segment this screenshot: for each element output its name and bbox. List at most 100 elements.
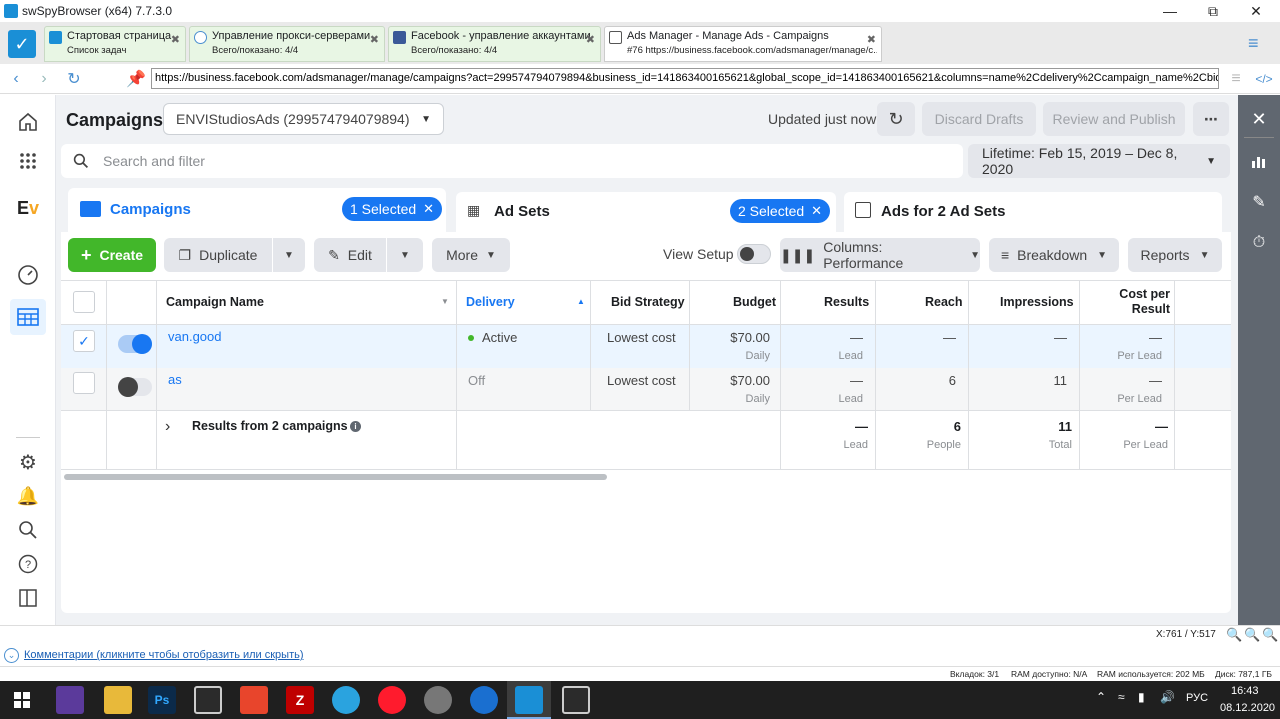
row-checkbox[interactable] xyxy=(73,372,95,394)
campaign-toggle-off[interactable] xyxy=(118,377,152,397)
maximize-button[interactable]: ⧉ xyxy=(1193,0,1233,22)
zoom-reset-icon[interactable]: 🔍 xyxy=(1244,627,1260,643)
close-window-button[interactable]: ✕ xyxy=(1236,0,1276,22)
search-icon[interactable] xyxy=(14,516,42,544)
header-budget[interactable]: Budget xyxy=(733,295,776,309)
comments-toggle-icon[interactable]: ⌄ xyxy=(4,648,19,663)
wifi-icon[interactable]: ≈ xyxy=(1118,690,1125,704)
header-delivery[interactable]: Delivery xyxy=(466,295,515,309)
columns-button[interactable]: ❚❚❚ Columns: Performance ▼ xyxy=(780,238,980,272)
create-button[interactable]: + Create xyxy=(68,238,156,272)
list-icon[interactable]: ≡ xyxy=(1226,69,1246,89)
view-setup-toggle[interactable] xyxy=(737,244,771,264)
discard-drafts-button[interactable]: Discard Drafts xyxy=(922,102,1036,136)
clock-icon[interactable]: ⏱ xyxy=(1244,228,1274,258)
ev-logo-icon[interactable]: Ev xyxy=(14,194,42,222)
header-campaign-name[interactable]: Campaign Name xyxy=(166,295,264,309)
campaigns-selected-badge[interactable]: 1 Selected ✕ xyxy=(342,197,443,221)
more-options-button[interactable]: ⋯ xyxy=(1193,102,1229,136)
address-bar[interactable]: https://business.facebook.com/adsmanager… xyxy=(151,68,1219,89)
language-indicator[interactable]: РУС xyxy=(1186,692,1208,704)
clock-time[interactable]: 16:43 xyxy=(1231,685,1259,697)
tray-chevron-icon[interactable]: ⌃ xyxy=(1096,690,1106,704)
browser-tab-proxy[interactable]: Управление прокси-серверами Всего/показа… xyxy=(189,26,385,62)
browser-tab-adsmanager[interactable]: Ads Manager - Manage Ads - Campaigns #76… xyxy=(604,26,882,62)
header-results[interactable]: Results xyxy=(824,295,869,309)
help-icon[interactable]: ? xyxy=(14,550,42,578)
clear-selection-icon[interactable]: ✕ xyxy=(423,201,434,217)
refresh-button[interactable]: ↻ xyxy=(877,102,915,136)
apps-grid-icon[interactable] xyxy=(14,147,42,175)
edit-dropdown[interactable]: ▼ xyxy=(387,238,423,272)
windows-start-icon[interactable] xyxy=(14,692,30,708)
reports-button[interactable]: Reports ▼ xyxy=(1128,238,1222,272)
settings-icon[interactable]: ⚙ xyxy=(14,448,42,476)
minimize-button[interactable]: — xyxy=(1150,0,1190,22)
expand-chevron-icon[interactable]: › xyxy=(165,418,170,436)
sort-asc-icon[interactable]: ▲ xyxy=(577,297,585,306)
bell-icon[interactable]: 🔔 xyxy=(14,482,42,510)
close-tab-icon[interactable]: ✖ xyxy=(370,33,379,46)
globe-app-icon[interactable] xyxy=(470,686,498,714)
close-tab-icon[interactable]: ✖ xyxy=(171,33,180,46)
campaign-name-link[interactable]: as xyxy=(168,372,182,387)
header-bid-strategy[interactable]: Bid Strategy xyxy=(611,295,685,309)
pencil-icon[interactable]: ✎ xyxy=(1244,187,1274,217)
search-filter-bar[interactable]: Search and filter xyxy=(61,144,963,178)
account-selector[interactable]: ENVIStudiosAds (299574794079894) ▼ xyxy=(163,103,444,135)
dashboard-icon[interactable] xyxy=(14,261,42,289)
reload-icon[interactable]: ↻ xyxy=(64,69,84,89)
clear-selection-icon[interactable]: ✕ xyxy=(811,203,822,219)
edit-button[interactable]: ✎ Edit xyxy=(314,238,386,272)
photoshop-icon[interactable]: Ps xyxy=(148,686,176,714)
browser-logo-icon[interactable]: ✓ xyxy=(8,30,36,58)
close-tab-icon[interactable]: ✖ xyxy=(586,33,595,46)
swspy-browser-icon[interactable] xyxy=(515,686,543,714)
volume-icon[interactable]: 🔊 xyxy=(1160,690,1175,704)
pin-icon[interactable]: 📌 xyxy=(126,69,146,89)
file-explorer-icon[interactable] xyxy=(104,686,132,714)
browser-tab-facebook[interactable]: Facebook - управление аккаунтами Всего/п… xyxy=(388,26,601,62)
row-checkbox-checked[interactable]: ✓ xyxy=(73,330,95,352)
adsets-selected-badge[interactable]: 2 Selected ✕ xyxy=(730,199,831,223)
close-tab-icon[interactable]: ✖ xyxy=(867,33,876,46)
teams-icon[interactable] xyxy=(56,686,84,714)
zoom-out-icon[interactable]: 🔍 xyxy=(1226,627,1242,643)
date-range-picker[interactable]: Lifetime: Feb 15, 2019 – Dec 8, 2020 ▼ xyxy=(968,144,1230,178)
clock-date[interactable]: 08.12.2020 xyxy=(1220,702,1275,714)
duplicate-button[interactable]: ❐ Duplicate xyxy=(164,238,272,272)
media-icon[interactable] xyxy=(194,686,222,714)
acrobat-icon[interactable] xyxy=(240,686,268,714)
battery-icon[interactable]: ▮ xyxy=(1138,690,1145,704)
header-cost-per-result[interactable]: Cost per Result xyxy=(1108,287,1170,317)
campaigns-table-icon[interactable] xyxy=(14,303,42,331)
duplicate-dropdown[interactable]: ▼ xyxy=(273,238,305,272)
campaign-toggle-on[interactable] xyxy=(118,334,152,354)
filezilla-icon[interactable]: Z xyxy=(286,686,314,714)
window-app-icon[interactable] xyxy=(562,686,590,714)
review-publish-button[interactable]: Review and Publish xyxy=(1043,102,1185,136)
breakdown-button[interactable]: ≡ Breakdown ▼ xyxy=(989,238,1119,272)
code-icon[interactable]: </> xyxy=(1254,69,1274,89)
opera-icon[interactable] xyxy=(378,686,406,714)
menu-icon[interactable]: ≡ xyxy=(1248,34,1270,52)
info-icon[interactable]: i xyxy=(350,421,361,432)
zoom-in-icon[interactable]: 🔍 xyxy=(1262,627,1278,643)
back-icon[interactable]: ‹ xyxy=(6,69,26,89)
telegram-icon[interactable] xyxy=(332,686,360,714)
chart-icon[interactable] xyxy=(1244,146,1274,176)
home-icon[interactable] xyxy=(14,108,42,136)
app-gray-icon[interactable] xyxy=(424,686,452,714)
select-all-checkbox[interactable] xyxy=(73,291,95,313)
report-icon[interactable] xyxy=(14,584,42,612)
forward-icon[interactable]: › xyxy=(34,69,54,89)
more-button[interactable]: More ▼ xyxy=(432,238,510,272)
header-reach[interactable]: Reach xyxy=(925,295,963,309)
header-impressions[interactable]: Impressions xyxy=(1000,295,1074,309)
horizontal-scrollbar[interactable] xyxy=(64,474,607,480)
sort-caret-icon[interactable]: ▼ xyxy=(441,297,449,306)
close-panel-icon[interactable]: ✕ xyxy=(1244,104,1274,134)
comments-toggle[interactable]: Комментарии (кликните чтобы отобразить и… xyxy=(24,649,304,661)
browser-tab-start[interactable]: Стартовая страница Список задач ✖ xyxy=(44,26,186,62)
campaign-name-link[interactable]: van.good xyxy=(168,329,222,344)
